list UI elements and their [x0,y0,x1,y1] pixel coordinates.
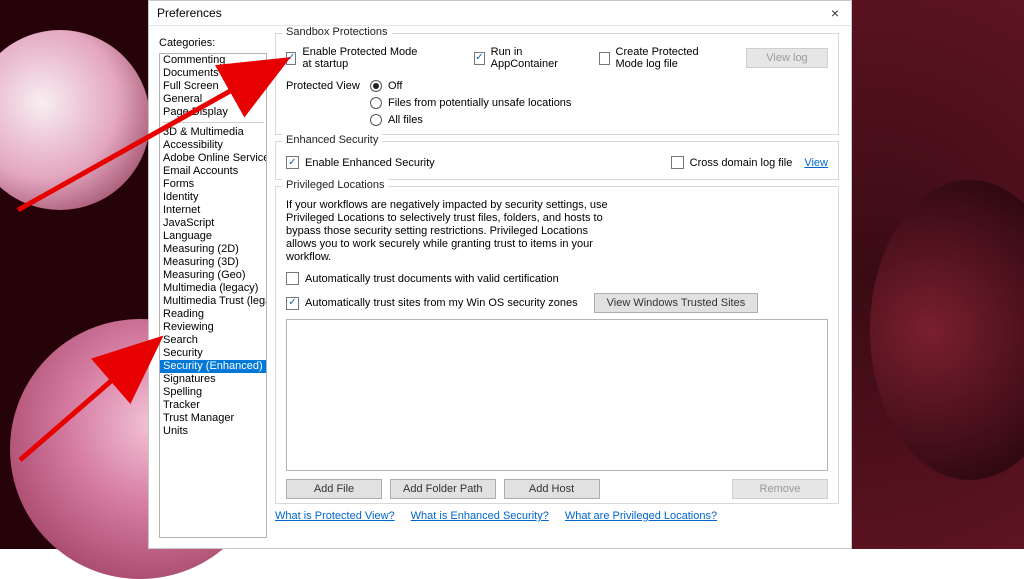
categories-listbox[interactable]: CommentingDocumentsFull ScreenGeneralPag… [159,53,267,538]
footer-links: What is Protected View? What is Enhanced… [275,510,839,522]
category-item[interactable]: Email Accounts [160,165,266,178]
category-item[interactable]: General [160,93,266,106]
category-item[interactable]: Spelling [160,386,266,399]
enable-protected-mode-checkbox[interactable]: Enable Protected Mode at startup [286,46,424,70]
category-item[interactable]: Internet [160,204,266,217]
add-host-button[interactable]: Add Host [504,479,600,499]
view-windows-trusted-sites-button[interactable]: View Windows Trusted Sites [594,293,759,313]
category-item[interactable]: Full Screen [160,80,266,93]
privileged-locations-group: Privileged Locations If your workflows a… [275,186,839,504]
what-is-protected-view-link[interactable]: What is Protected View? [275,510,395,522]
category-item[interactable]: Multimedia Trust (legacy) [160,295,266,308]
category-item[interactable]: Documents [160,67,266,80]
category-item[interactable]: Adobe Online Services [160,152,266,165]
category-item[interactable]: Identity [160,191,266,204]
sandbox-protections-group: Sandbox Protections Enable Protected Mod… [275,33,839,135]
category-item[interactable]: Measuring (3D) [160,256,266,269]
category-item[interactable]: Tracker [160,399,266,412]
what-are-privileged-locations-link[interactable]: What are Privileged Locations? [565,510,717,522]
category-item[interactable]: Measuring (2D) [160,243,266,256]
category-item[interactable]: JavaScript [160,217,266,230]
category-item[interactable]: Language [160,230,266,243]
run-appcontainer-checkbox[interactable]: Run in AppContainer [474,46,565,70]
protected-view-unsafe-radio[interactable]: Files from potentially unsafe locations [370,97,571,109]
category-item[interactable]: Reviewing [160,321,266,334]
enhanced-security-group: Enhanced Security Enable Enhanced Securi… [275,141,839,180]
protected-view-off-radio[interactable]: Off [370,80,571,92]
add-file-button[interactable]: Add File [286,479,382,499]
category-item[interactable]: Search [160,334,266,347]
add-folder-path-button[interactable]: Add Folder Path [390,479,496,499]
cross-domain-log-checkbox[interactable]: Cross domain log file [671,156,793,169]
category-item[interactable]: Measuring (Geo) [160,269,266,282]
category-item[interactable]: Reading [160,308,266,321]
enable-enhanced-security-checkbox[interactable]: Enable Enhanced Security [286,156,435,169]
auto-trust-docs-checkbox[interactable]: Automatically trust documents with valid… [286,272,828,285]
dialog-titlebar: Preferences × [149,1,851,26]
category-item[interactable]: Page Display [160,106,266,119]
category-item[interactable]: 3D & Multimedia [160,126,266,139]
dialog-title: Preferences [157,6,222,20]
remove-button: Remove [732,479,828,499]
category-separator [162,122,264,123]
category-item[interactable]: Security [160,347,266,360]
category-item[interactable]: Security (Enhanced) [160,360,266,373]
privileged-blurb: If your workflows are negatively impacte… [286,199,616,264]
protected-view-label: Protected View [286,80,364,92]
privileged-locations-list[interactable] [286,319,828,471]
categories-label: Categories: [159,37,215,49]
category-item[interactable]: Commenting [160,54,266,67]
view-link[interactable]: View [804,157,828,169]
category-item[interactable]: Trust Manager [160,412,266,425]
close-icon[interactable]: × [825,3,845,23]
category-item[interactable]: Forms [160,178,266,191]
category-item[interactable]: Accessibility [160,139,266,152]
protected-view-all-radio[interactable]: All files [370,114,571,126]
category-item[interactable]: Signatures [160,373,266,386]
view-log-button: View log [746,48,828,68]
preferences-dialog: Preferences × Categories: CommentingDocu… [148,0,852,549]
category-item[interactable]: Multimedia (legacy) [160,282,266,295]
what-is-enhanced-security-link[interactable]: What is Enhanced Security? [411,510,549,522]
category-item[interactable]: Units [160,425,266,438]
auto-trust-sites-checkbox[interactable]: Automatically trust sites from my Win OS… [286,297,578,310]
create-log-file-checkbox[interactable]: Create Protected Mode log file [599,46,726,70]
sandbox-title: Sandbox Protections [282,26,392,38]
enhanced-title: Enhanced Security [282,134,382,146]
privileged-title: Privileged Locations [282,179,388,191]
